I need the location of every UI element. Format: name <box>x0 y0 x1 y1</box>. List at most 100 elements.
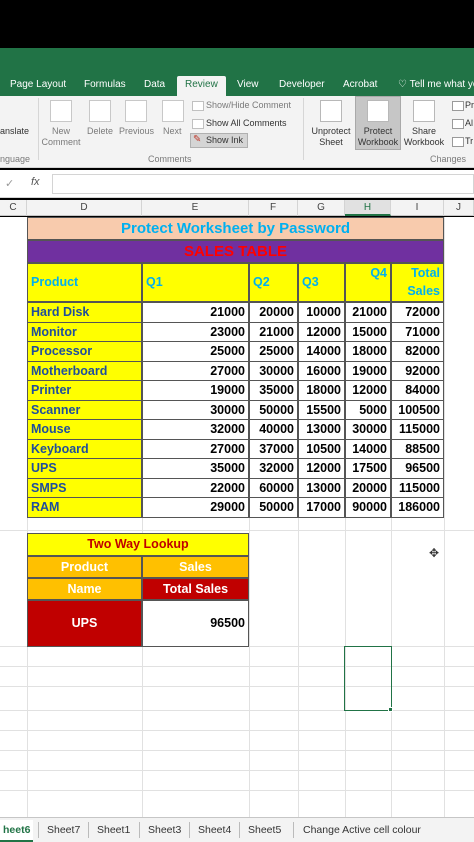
sheet-tab-sheet7[interactable]: Sheet7 <box>47 822 80 838</box>
lookup-name-label[interactable]: Name <box>27 578 142 600</box>
tab-view[interactable]: View <box>237 76 259 96</box>
worksheet-grid[interactable]: Protect Worksheet by Password SALES TABL… <box>0 217 474 817</box>
column-header-e[interactable]: E <box>142 200 249 216</box>
q4-cell[interactable]: 30000 <box>345 419 391 440</box>
lookup-sales-label[interactable]: Sales <box>142 556 249 578</box>
unprotect-sheet-button[interactable]: Unprotect Sheet <box>308 126 354 148</box>
tab-formulas[interactable]: Formulas <box>84 76 126 96</box>
product-cell[interactable]: Hard Disk <box>27 302 142 323</box>
product-cell[interactable]: SMPS <box>27 477 142 498</box>
q4-cell[interactable]: 15000 <box>345 321 391 342</box>
header-q1[interactable]: Q1 <box>142 263 249 302</box>
total-sales-cell[interactable]: 88500 <box>391 438 444 459</box>
q1-cell[interactable]: 30000 <box>142 399 249 420</box>
total-sales-cell[interactable]: 186000 <box>391 497 444 518</box>
column-header-h[interactable]: H <box>345 200 391 216</box>
insert-function-button[interactable]: fx <box>31 176 40 188</box>
tab-acrobat[interactable]: Acrobat <box>343 76 377 96</box>
q3-cell[interactable]: 13000 <box>298 477 345 498</box>
column-header-d[interactable]: D <box>27 200 142 216</box>
new-comment-button[interactable]: New Comment <box>40 126 82 148</box>
next-button[interactable]: Next <box>163 126 182 137</box>
q2-cell[interactable]: 60000 <box>249 477 298 498</box>
q1-cell[interactable]: 21000 <box>142 302 249 323</box>
q2-cell[interactable]: 32000 <box>249 458 298 479</box>
sheet-tab-sheet5[interactable]: Sheet5 <box>248 822 281 838</box>
share-workbook-button[interactable]: Share Workbook <box>401 126 447 148</box>
lookup-result-value[interactable]: 96500 <box>142 600 249 647</box>
q2-cell[interactable]: 37000 <box>249 438 298 459</box>
column-header-g[interactable]: G <box>298 200 345 216</box>
tell-me-search[interactable]: ♡ Tell me what yo <box>398 76 474 96</box>
q1-cell[interactable]: 25000 <box>142 341 249 362</box>
total-sales-cell[interactable]: 115000 <box>391 477 444 498</box>
column-header-i[interactable]: I <box>391 200 444 216</box>
q2-cell[interactable]: 35000 <box>249 380 298 401</box>
q2-cell[interactable]: 50000 <box>249 497 298 518</box>
q3-cell[interactable]: 12000 <box>298 458 345 479</box>
header-q4[interactable]: Q4 <box>345 263 391 302</box>
product-cell[interactable]: Printer <box>27 380 142 401</box>
product-cell[interactable]: Mouse <box>27 419 142 440</box>
q3-cell[interactable]: 13000 <box>298 419 345 440</box>
track-changes-button[interactable]: Tr <box>465 136 473 147</box>
q4-cell[interactable]: 19000 <box>345 360 391 381</box>
allow-edit-button[interactable]: Al <box>465 118 473 129</box>
q2-cell[interactable]: 30000 <box>249 360 298 381</box>
worksheet-title[interactable]: Protect Worksheet by Password <box>27 217 444 240</box>
formula-input[interactable] <box>52 174 474 194</box>
q4-cell[interactable]: 12000 <box>345 380 391 401</box>
tab-data[interactable]: Data <box>144 76 165 96</box>
column-header-j[interactable]: J <box>444 200 474 216</box>
sheet-tab-sheet1[interactable]: Sheet1 <box>97 822 130 838</box>
q4-cell[interactable]: 21000 <box>345 302 391 323</box>
delete-button[interactable]: Delete <box>87 126 113 137</box>
q1-cell[interactable]: 22000 <box>142 477 249 498</box>
lookup-total-sales-label[interactable]: Total Sales <box>142 578 249 600</box>
q4-cell[interactable]: 18000 <box>345 341 391 362</box>
q1-cell[interactable]: 29000 <box>142 497 249 518</box>
product-cell[interactable]: Scanner <box>27 399 142 420</box>
q3-cell[interactable]: 10500 <box>298 438 345 459</box>
q1-cell[interactable]: 35000 <box>142 458 249 479</box>
total-sales-cell[interactable]: 115000 <box>391 419 444 440</box>
lookup-title[interactable]: Two Way Lookup <box>27 533 249 556</box>
q3-cell[interactable]: 10000 <box>298 302 345 323</box>
header-q3[interactable]: Q3 <box>298 263 345 302</box>
q2-cell[interactable]: 40000 <box>249 419 298 440</box>
q3-cell[interactable]: 16000 <box>298 360 345 381</box>
q4-cell[interactable]: 90000 <box>345 497 391 518</box>
sales-table-title[interactable]: SALES TABLE <box>27 240 444 263</box>
show-hide-comment-button[interactable]: Show/Hide Comment <box>206 100 291 111</box>
q1-cell[interactable]: 27000 <box>142 438 249 459</box>
q4-cell[interactable]: 20000 <box>345 477 391 498</box>
q2-cell[interactable]: 50000 <box>249 399 298 420</box>
fill-handle[interactable] <box>388 707 393 712</box>
q1-cell[interactable]: 27000 <box>142 360 249 381</box>
column-header-c[interactable]: C <box>0 200 27 216</box>
product-cell[interactable]: Processor <box>27 341 142 362</box>
q1-cell[interactable]: 32000 <box>142 419 249 440</box>
show-ink-button[interactable]: ✎ Show Ink <box>190 133 248 148</box>
q3-cell[interactable]: 17000 <box>298 497 345 518</box>
q4-cell[interactable]: 14000 <box>345 438 391 459</box>
q1-cell[interactable]: 19000 <box>142 380 249 401</box>
product-cell[interactable]: UPS <box>27 458 142 479</box>
total-sales-cell[interactable]: 84000 <box>391 380 444 401</box>
q4-cell[interactable]: 5000 <box>345 399 391 420</box>
sheet-tab-sheet4[interactable]: Sheet4 <box>198 822 231 838</box>
header-product[interactable]: Product <box>27 263 142 302</box>
tab-developer[interactable]: Developer <box>279 76 325 96</box>
total-sales-cell[interactable]: 72000 <box>391 302 444 323</box>
total-sales-cell[interactable]: 71000 <box>391 321 444 342</box>
sheet-tab-change-active-cell-colour[interactable]: Change Active cell colour <box>303 822 421 838</box>
tab-page-layout[interactable]: Page Layout <box>10 76 66 96</box>
translate-button[interactable]: anslate <box>0 126 29 137</box>
q3-cell[interactable]: 18000 <box>298 380 345 401</box>
q3-cell[interactable]: 12000 <box>298 321 345 342</box>
column-header-f[interactable]: F <box>249 200 298 216</box>
total-sales-cell[interactable]: 92000 <box>391 360 444 381</box>
header-q2[interactable]: Q2 <box>249 263 298 302</box>
q3-cell[interactable]: 14000 <box>298 341 345 362</box>
header-total-sales[interactable]: Total Sales <box>391 263 444 302</box>
